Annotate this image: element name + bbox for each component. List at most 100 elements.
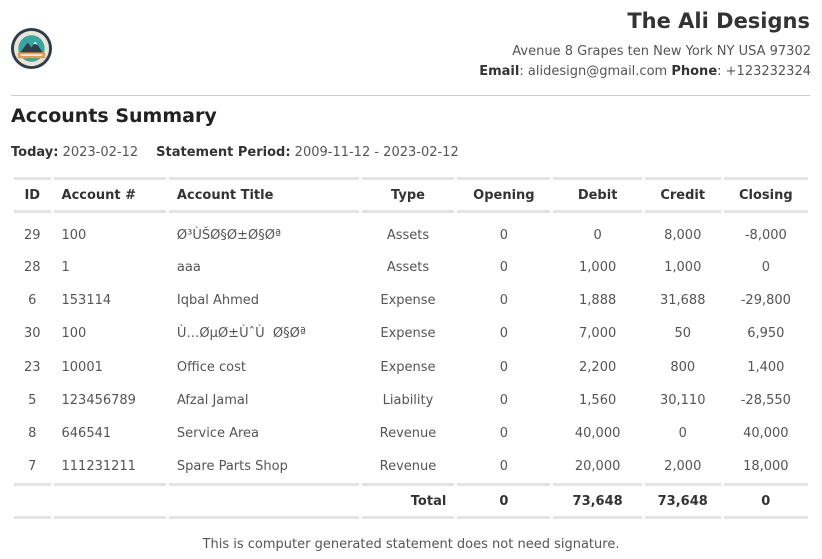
footer-note: This is computer generated statement doe… bbox=[202, 537, 620, 552]
total-credit: 73,648 bbox=[644, 483, 721, 520]
cell-id: 23 bbox=[23, 359, 41, 375]
cell-account-number: 100 bbox=[61, 326, 87, 342]
company-logo-icon bbox=[10, 27, 53, 70]
cell-type: Expense bbox=[380, 293, 436, 309]
cell-id: 7 bbox=[28, 459, 37, 475]
cell-id: 28 bbox=[23, 260, 41, 276]
cell-account-number: 100 bbox=[61, 227, 87, 243]
cell-id: 30 bbox=[23, 326, 41, 342]
cell-id: 29 bbox=[23, 227, 41, 243]
table-row: 8 646541 Service Area Revenue 0 40,000 0… bbox=[14, 417, 808, 450]
cell-debit: 1,000 bbox=[579, 260, 617, 276]
col-header-credit: Credit bbox=[644, 177, 721, 213]
cell-type: Revenue bbox=[379, 426, 437, 442]
cell-account-title: Ø³ÙŠØ§Ø±Ø§Øª bbox=[176, 227, 282, 243]
cell-closing: 0 bbox=[761, 260, 770, 276]
cell-credit: 1,000 bbox=[664, 260, 702, 276]
table-row: 7 111231211 Spare Parts Shop Revenue 0 2… bbox=[14, 450, 808, 483]
cell-type: Expense bbox=[380, 326, 436, 342]
table-row: 5 123456789 Afzal Jamal Liability 0 1,56… bbox=[14, 384, 808, 417]
cell-account-title: Iqbal Ahmed bbox=[176, 293, 260, 309]
cell-account-number: 153114 bbox=[61, 293, 112, 309]
cell-credit: 31,688 bbox=[659, 293, 706, 309]
cell-closing: -28,550 bbox=[740, 392, 791, 408]
report-title: Accounts Summary bbox=[11, 105, 217, 127]
col-header-debit: Debit bbox=[553, 177, 642, 213]
company-address: Avenue 8 Grapes ten New York NY USA 9730… bbox=[512, 44, 811, 59]
total-closing: 0 bbox=[723, 483, 808, 520]
cell-debit: 2,200 bbox=[579, 359, 617, 375]
cell-id: 8 bbox=[28, 426, 37, 442]
cell-account-title: Spare Parts Shop bbox=[176, 459, 288, 475]
cell-type: Assets bbox=[386, 227, 430, 243]
cell-debit: 0 bbox=[593, 227, 602, 243]
table-row: 23 10001 Office cost Expense 0 2,200 800… bbox=[14, 351, 808, 384]
cell-account-number: 10001 bbox=[61, 359, 103, 375]
email-label: Email bbox=[479, 64, 520, 79]
cell-debit: 20,000 bbox=[574, 459, 621, 475]
cell-type: Revenue bbox=[379, 459, 437, 475]
table-row: 29 100 Ø³ÙŠØ§Ø±Ø§Øª Assets 0 0 8,000 -8,… bbox=[14, 213, 808, 251]
phone-label: Phone bbox=[671, 64, 718, 79]
cell-account-number: 111231211 bbox=[61, 459, 136, 475]
cell-opening: 0 bbox=[499, 392, 508, 408]
report-meta: Today: 2023-02-12 Statement Period: 2009-… bbox=[11, 145, 459, 160]
cell-debit: 1,888 bbox=[579, 293, 617, 309]
table-header: ID Account # Account Title Type Opening … bbox=[14, 177, 808, 213]
total-opening: 0 bbox=[457, 483, 551, 520]
cell-type: Expense bbox=[380, 359, 436, 375]
cell-credit: 0 bbox=[678, 426, 687, 442]
email-value: alidesign@gmail.com bbox=[527, 64, 668, 79]
cell-account-number: 123456789 bbox=[61, 392, 136, 408]
cell-opening: 0 bbox=[499, 459, 508, 475]
col-header-opening: Opening bbox=[457, 177, 551, 213]
col-header-id: ID bbox=[14, 177, 51, 213]
total-row: Total 0 73,648 73,648 0 bbox=[14, 483, 808, 520]
table-footer: Total 0 73,648 73,648 0 bbox=[14, 483, 808, 520]
cell-closing: 6,950 bbox=[747, 326, 785, 342]
header-divider bbox=[11, 95, 810, 96]
cell-opening: 0 bbox=[499, 326, 508, 342]
cell-credit: 2,000 bbox=[664, 459, 702, 475]
cell-credit: 8,000 bbox=[664, 227, 702, 243]
cell-type: Liability bbox=[382, 392, 434, 408]
table-body: 29 100 Ø³ÙŠØ§Ø±Ø§Øª Assets 0 0 8,000 -8,… bbox=[14, 213, 808, 483]
company-contact: Email: alidesign@gmail.com Phone: +12323… bbox=[479, 64, 811, 79]
cell-account-title: Service Area bbox=[176, 426, 260, 442]
cell-debit: 1,560 bbox=[579, 392, 617, 408]
cell-opening: 0 bbox=[499, 426, 508, 442]
col-header-account-title: Account Title bbox=[168, 177, 359, 213]
cell-account-title: Office cost bbox=[176, 359, 246, 375]
cell-credit: 30,110 bbox=[659, 392, 706, 408]
cell-opening: 0 bbox=[499, 260, 508, 276]
cell-debit: 7,000 bbox=[579, 326, 617, 342]
cell-debit: 40,000 bbox=[574, 426, 621, 442]
cell-closing: 40,000 bbox=[743, 426, 789, 442]
table-row: 6 153114 Iqbal Ahmed Expense 0 1,888 31,… bbox=[14, 284, 808, 317]
total-debit: 73,648 bbox=[553, 483, 642, 520]
cell-closing: 1,400 bbox=[747, 359, 785, 375]
cell-opening: 0 bbox=[499, 227, 508, 243]
today-value: 2023-02-12 bbox=[62, 145, 139, 160]
cell-account-number: 646541 bbox=[61, 426, 112, 442]
cell-account-title: Afzal Jamal bbox=[176, 392, 249, 408]
accounts-table: ID Account # Account Title Type Opening … bbox=[11, 177, 811, 520]
cell-closing: 18,000 bbox=[743, 459, 789, 475]
cell-account-number: 1 bbox=[61, 260, 70, 276]
cell-id: 5 bbox=[28, 392, 37, 408]
company-name: The Ali Designs bbox=[627, 9, 810, 33]
cell-type: Assets bbox=[386, 260, 430, 276]
col-header-account-number: Account # bbox=[53, 177, 166, 213]
period-label: Statement Period: bbox=[156, 145, 291, 160]
cell-closing: -8,000 bbox=[744, 227, 787, 243]
period-value: 2009-11-12 - 2023-02-12 bbox=[294, 145, 459, 160]
cell-opening: 0 bbox=[499, 359, 508, 375]
cell-account-title: aaa bbox=[176, 260, 201, 276]
cell-id: 6 bbox=[28, 293, 37, 309]
col-header-closing: Closing bbox=[723, 177, 808, 213]
total-label: Total bbox=[361, 483, 455, 520]
phone-value: +123232324 bbox=[725, 64, 811, 79]
today-label: Today: bbox=[11, 145, 59, 160]
cell-closing: -29,800 bbox=[740, 293, 791, 309]
cell-account-title: Ù…ØµØ±ÙˆÙ Ø§Øª bbox=[176, 326, 306, 342]
